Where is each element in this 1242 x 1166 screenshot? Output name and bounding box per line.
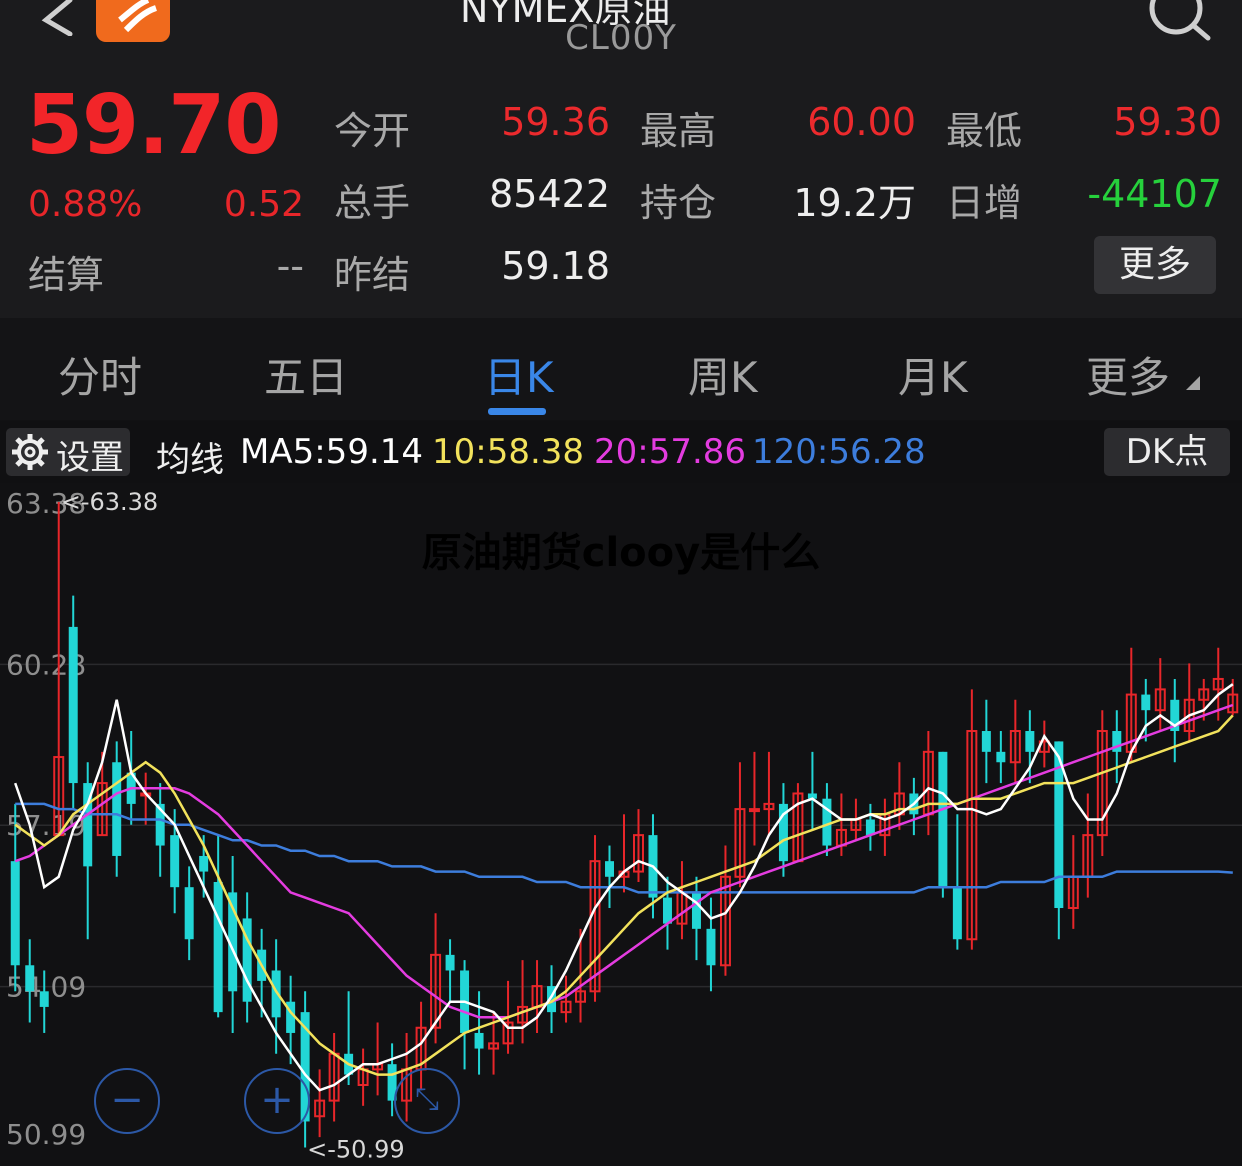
ma20-value: 20:57.86 — [594, 432, 747, 472]
candle-body — [68, 626, 78, 784]
max-annotation: <-63.38 — [61, 488, 158, 516]
candle-body — [938, 751, 948, 888]
candle-body — [184, 887, 194, 940]
instrument-symbol: CL00Y — [565, 18, 677, 58]
candle-body — [952, 887, 962, 940]
daily-change-value: -44107 — [1087, 172, 1222, 216]
tab-intraday[interactable]: 分时 — [58, 344, 142, 405]
high-label: 最高 — [640, 109, 717, 153]
dk-point-button[interactable]: DK点 — [1104, 428, 1230, 476]
candle-body — [706, 928, 716, 966]
volume-label: 总手 — [334, 181, 411, 225]
zoom-out-button[interactable]: − — [94, 1068, 160, 1134]
gear-icon — [12, 434, 48, 470]
low-value: 59.30 — [1113, 100, 1222, 144]
dropdown-triangle-icon — [1186, 376, 1200, 390]
candle-body — [39, 991, 49, 1007]
candle-body — [445, 954, 455, 971]
open-value: 59.36 — [501, 100, 610, 144]
volume-value: 85422 — [489, 172, 610, 216]
candle-body — [1025, 731, 1035, 752]
candle-body — [474, 1032, 484, 1049]
open-interest-value: 19.2万 — [793, 181, 916, 225]
candle-body — [25, 965, 35, 992]
tab-weekly-k[interactable]: 周K — [688, 344, 758, 405]
candle-body — [199, 855, 209, 872]
last-price: 59.70 — [26, 78, 281, 173]
more-quote-button[interactable]: 更多 — [1094, 236, 1216, 294]
kline-chart[interactable]: 63.3860.2857.1954.0950.99<-63.38<-50.99 — [0, 483, 1242, 1166]
tab-monthly-k[interactable]: 月K — [898, 344, 968, 405]
tab-five-day[interactable]: 五日 — [264, 344, 348, 405]
ma5-value: MA5:59.14 — [240, 432, 424, 472]
active-tab-indicator — [488, 408, 546, 415]
candle-body — [662, 897, 672, 924]
ma10-value: 10:58.38 — [432, 432, 585, 472]
period-tabs — [0, 318, 1242, 420]
settlement-value: -- — [276, 244, 304, 288]
tab-daily-k[interactable]: 日K — [484, 344, 554, 405]
high-value: 60.00 — [807, 100, 916, 144]
candle-body — [170, 835, 180, 888]
min-annotation: <-50.99 — [307, 1135, 404, 1163]
candle-body — [691, 892, 701, 929]
settlement-label: 结算 — [28, 253, 105, 297]
candle-body — [1141, 694, 1151, 711]
watermark-text: 原油期货clooy是什么 — [421, 530, 821, 576]
ma-label: 均线 — [156, 440, 224, 480]
search-icon[interactable] — [1146, 0, 1212, 44]
y-tick-label: 50.99 — [6, 1118, 86, 1151]
candle-body — [996, 751, 1006, 763]
daily-change-label: 日增 — [946, 181, 1023, 225]
ma120-value: 120:56.28 — [752, 432, 926, 472]
prev-settlement-label: 昨结 — [334, 253, 411, 297]
change-amount: 0.52 — [223, 184, 304, 225]
change-percent: 0.88% — [28, 184, 143, 225]
tab-more[interactable]: 更多 — [1086, 344, 1170, 405]
candle-body — [981, 731, 991, 752]
open-label: 今开 — [334, 109, 411, 153]
candle-body — [112, 762, 122, 856]
zoom-in-button[interactable]: + — [244, 1068, 310, 1134]
candle-body — [748, 808, 760, 813]
open-interest-label: 持仓 — [640, 181, 717, 225]
candle-body — [605, 861, 614, 877]
candle-body — [213, 881, 223, 1013]
candle-body — [10, 861, 20, 966]
prev-settlement-value: 59.18 — [501, 244, 610, 288]
low-label: 最低 — [946, 109, 1023, 153]
settings-label: 设置 — [56, 438, 124, 478]
fullscreen-button[interactable]: ⤡ — [394, 1068, 460, 1134]
